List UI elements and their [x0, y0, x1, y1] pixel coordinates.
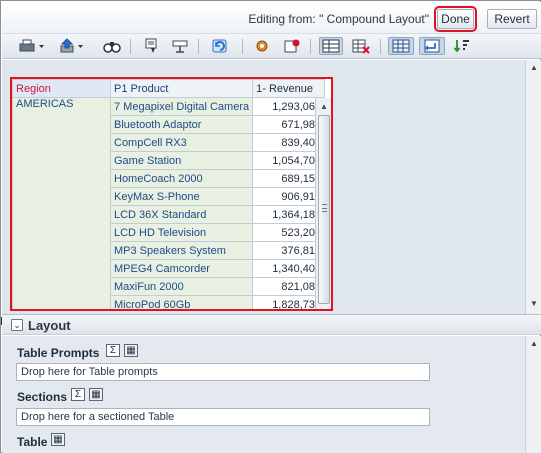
revenue-cell: 839,407	[252, 133, 326, 152]
product-cell[interactable]: LCD HD Television	[109, 223, 254, 242]
revenue-cell: 689,154	[252, 169, 326, 188]
revenue-cell: 376,816	[252, 241, 326, 260]
revenue-cell: 523,207	[252, 223, 326, 242]
product-cell[interactable]: KeyMax S-Phone	[109, 187, 254, 206]
revenue-cell: 1,364,184	[252, 205, 326, 224]
table-vertical-scrollbar[interactable]: ▲	[315, 98, 331, 309]
slider-icon[interactable]	[170, 37, 190, 55]
column-header-revenue[interactable]: 1- Revenue	[252, 79, 326, 98]
revenue-cell: 1,828,738	[252, 295, 326, 309]
refresh-icon[interactable]	[209, 37, 231, 55]
compound-layout-editor: Editing from: " Compound Layout" Done Re…	[0, 0, 541, 453]
layout-section-header[interactable]: ⌄ Layout	[2, 314, 541, 335]
content-vertical-scrollbar[interactable]: ▲ ▼	[525, 60, 541, 314]
revenue-cell: 1,340,402	[252, 259, 326, 278]
layout-title: Layout	[28, 318, 71, 333]
delete-view-icon[interactable]	[350, 37, 372, 55]
filter-icon[interactable]	[142, 37, 162, 55]
table-row: AMERICAS 7 Megapixel Digital Camera 1,293,…	[12, 97, 326, 309]
region-cell[interactable]: AMERICAS	[12, 97, 111, 309]
revenue-cell: 671,988	[252, 115, 326, 134]
revenue-cell: 1,293,069	[252, 97, 326, 116]
layout-vertical-scrollbar[interactable]: ▲	[525, 336, 541, 453]
product-cell[interactable]: LCD 36X Standard	[109, 205, 254, 224]
scroll-thumb[interactable]	[318, 115, 330, 304]
revert-button[interactable]: Revert	[487, 9, 537, 29]
product-cell[interactable]: 7 Megapixel Digital Camera	[109, 97, 254, 116]
product-cell[interactable]: HomeCoach 2000	[109, 169, 254, 188]
table-view: Region P1 Product 1- Revenue AMERICAS 7 M…	[10, 77, 333, 311]
format-icon[interactable]	[282, 37, 302, 55]
table-label: Table	[17, 435, 48, 449]
table-view-icon[interactable]	[319, 37, 343, 55]
view-preview-area: Region P1 Product 1- Revenue AMERICAS 7 M…	[2, 60, 541, 314]
scroll-up-icon[interactable]: ▲	[319, 103, 329, 111]
scroll-down-icon[interactable]: ▼	[529, 300, 539, 308]
product-cell[interactable]: MP3 Speakers System	[109, 241, 254, 260]
revenue-cell: 1,054,701	[252, 151, 326, 170]
scroll-up-icon[interactable]: ▲	[529, 340, 539, 348]
revenue-cell: 906,918	[252, 187, 326, 206]
product-cell[interactable]: MaxiFun 2000	[109, 277, 254, 296]
exclude-icon[interactable]	[419, 37, 445, 55]
sum-icon[interactable]: Σ	[106, 344, 120, 357]
table-icon[interactable]: ▦	[124, 344, 138, 357]
properties-icon[interactable]	[252, 37, 272, 55]
table-icon[interactable]: ▦	[89, 388, 103, 401]
column-header-product[interactable]: P1 Product	[109, 79, 254, 98]
sum-icon[interactable]: Σ	[71, 388, 85, 401]
revenue-cell: 821,081	[252, 277, 326, 296]
layout-pane: Table Prompts Σ ▦ Drop here for Table pr…	[2, 336, 541, 453]
done-button[interactable]: Done	[434, 6, 477, 32]
product-cell[interactable]: Game Station	[109, 151, 254, 170]
pivot-table: Region P1 Product 1- Revenue AMERICAS 7 M…	[12, 79, 326, 309]
collapse-chevron-icon[interactable]: ⌄	[11, 319, 23, 331]
table-prompts-dropzone[interactable]: Drop here for Table prompts	[16, 363, 430, 381]
grid-icon[interactable]	[388, 37, 414, 55]
product-cell[interactable]: CompCell RX3	[109, 133, 254, 152]
editing-from-text: Editing from: " Compound Layout"	[248, 12, 429, 26]
print-icon[interactable]	[17, 37, 47, 55]
sections-label: Sections	[17, 390, 68, 404]
product-cell[interactable]: MPEG4 Camcorder	[109, 259, 254, 278]
editor-header: Editing from: " Compound Layout" Done Re…	[2, 2, 541, 34]
scroll-up-icon[interactable]: ▲	[529, 64, 539, 72]
binoculars-icon[interactable]	[102, 37, 122, 55]
table-icon[interactable]: ▦	[51, 433, 65, 446]
table-prompts-label: Table Prompts	[17, 346, 100, 360]
export-icon[interactable]	[57, 37, 87, 55]
sections-dropzone[interactable]: Drop here for a sectioned Table	[16, 408, 430, 426]
column-header-region[interactable]: Region	[12, 79, 111, 98]
product-cell[interactable]: MicroPod 60Gb	[109, 295, 254, 309]
product-cell[interactable]: Bluetooth Adaptor	[109, 115, 254, 134]
table-header-row: Region P1 Product 1- Revenue	[12, 79, 326, 98]
view-toolbar	[2, 34, 541, 59]
sort-icon[interactable]	[452, 37, 472, 55]
